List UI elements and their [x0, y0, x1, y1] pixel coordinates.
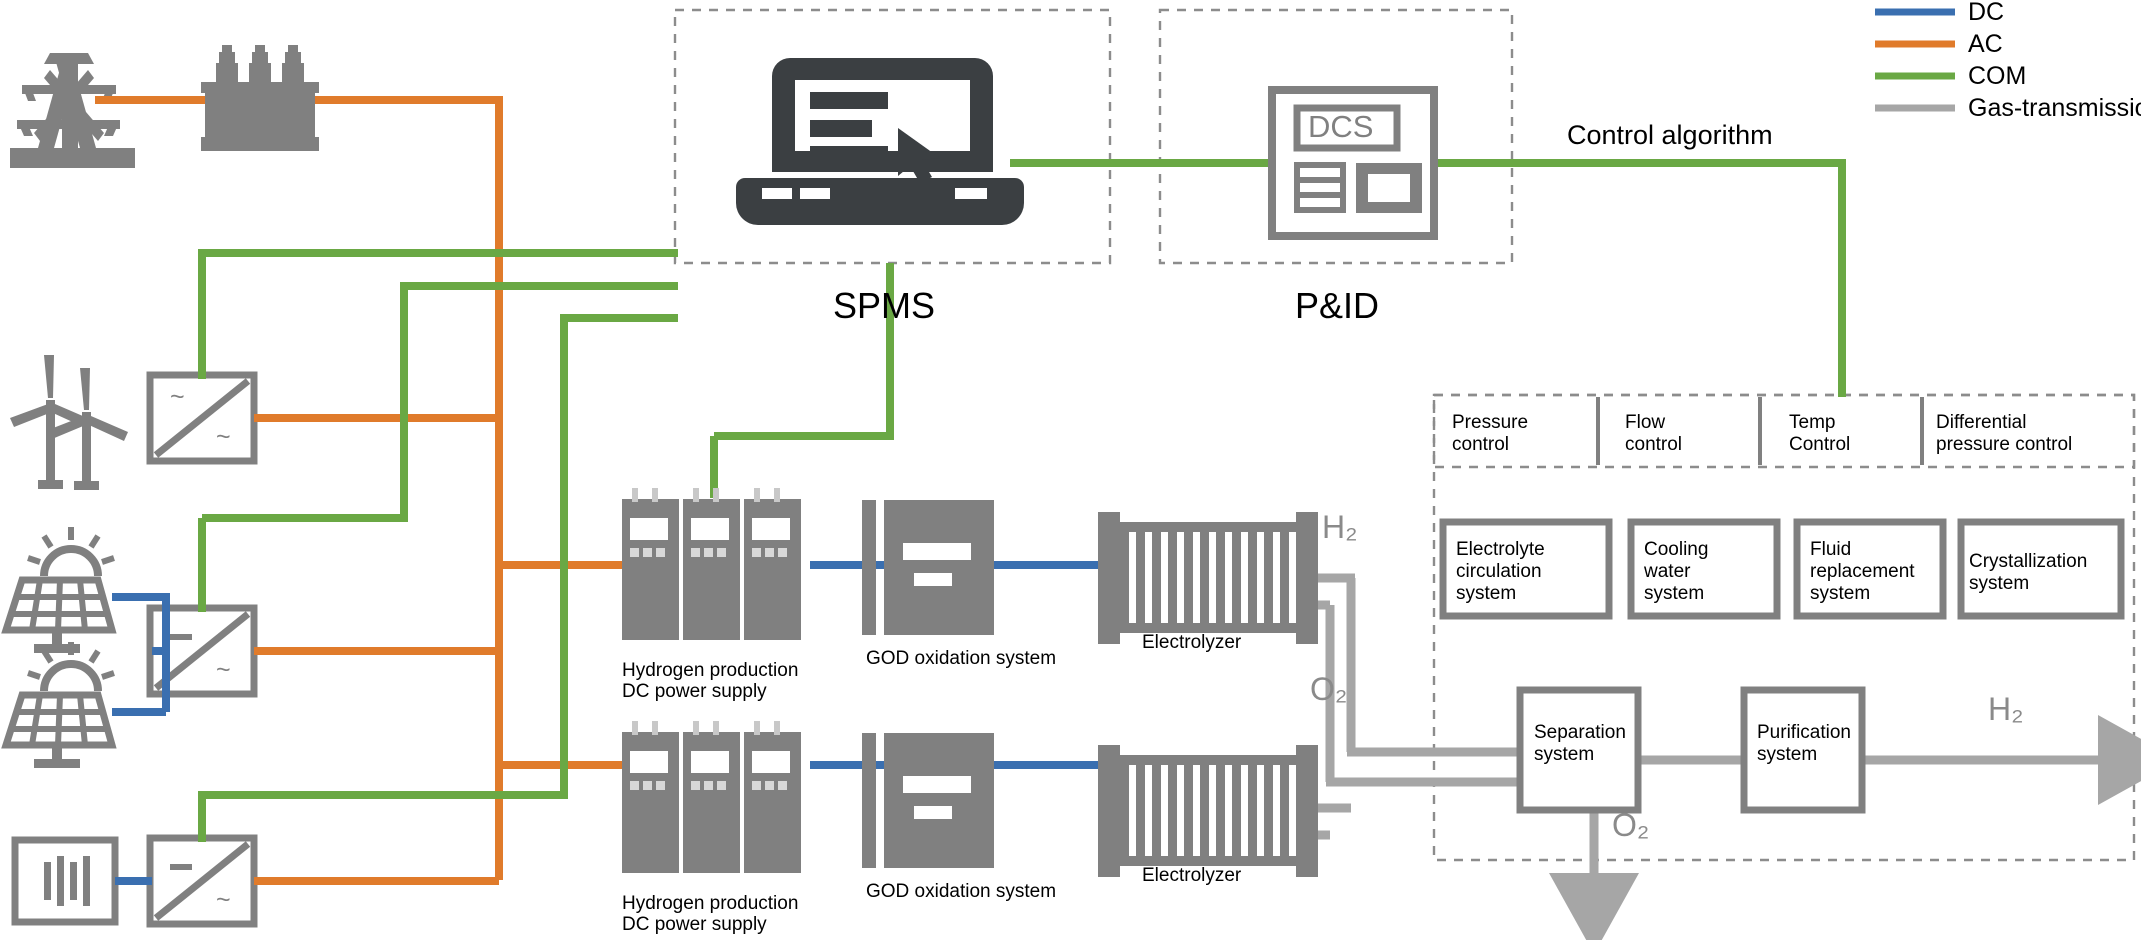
spms-caption: SPMS — [833, 285, 936, 326]
electrolyzer-train2 — [1098, 745, 1318, 877]
h2-dc-power-supply-train2 — [622, 721, 801, 873]
wind-turbine-icon — [10, 355, 128, 490]
svg-text:~: ~ — [216, 886, 231, 914]
control-algorithm-label: Control algorithm — [1567, 120, 1773, 150]
h2-dc-power-supply-train1 — [622, 488, 801, 640]
control-cell-flow: Flow control — [1625, 412, 1683, 456]
legend-label-gas: Gas-transmission — [1968, 94, 2141, 122]
electrolyzer-label-train2: Electrolyzer — [1142, 865, 1242, 886]
control-cell-temp: Temp Control — [1789, 412, 1851, 456]
gas-piping — [1318, 573, 2141, 940]
control-cell-diffpressure: Differential pressure control — [1936, 412, 2073, 456]
electrolyzer-train1 — [1098, 512, 1318, 644]
svg-text:~: ~ — [170, 383, 185, 411]
laptop-icon — [736, 58, 1024, 225]
battery-storage-icon — [11, 836, 119, 926]
aux-label-fluid: Fluid replacement system — [1810, 539, 1915, 605]
electrolyzer-label-train1: Electrolyzer — [1142, 632, 1242, 653]
pid-caption: P&ID — [1295, 285, 1380, 326]
svg-text:~: ~ — [216, 656, 231, 684]
legend-label-dc: DC — [1968, 0, 2005, 26]
o2-label-electrolyzer: O₂ — [1310, 671, 1348, 707]
power-supply-label-train1: Hydrogen production DC power supply — [622, 660, 799, 703]
dcs-label: DCS — [1308, 109, 1374, 144]
control-cell-pressure: Pressure control — [1452, 412, 1529, 456]
battery-inverter: ~ — [146, 834, 258, 928]
aux-label-cooling: Cooling water system — [1644, 539, 1709, 605]
god-label-train2: GOD oxidation system — [866, 881, 1057, 902]
god-oxidation-system-train2 — [862, 733, 994, 868]
god-label-train1: GOD oxidation system — [866, 648, 1057, 669]
h2-outlet-label: H₂ — [1988, 691, 2024, 727]
diagram-vector-layer: ~ ~ ~ ~ — [1, 8, 2141, 940]
separation-system-label: Separation system — [1534, 722, 1626, 766]
aux-label-crystallization: Crystallization system — [1969, 551, 2088, 595]
h2-label-electrolyzer: H₂ — [1322, 509, 1358, 545]
transmission-tower-icon — [10, 53, 135, 168]
legend-label-ac: AC — [1968, 30, 2003, 58]
o2-vent-label: O₂ — [1612, 807, 1650, 843]
legend-label-com: COM — [1968, 62, 2027, 90]
ac-wiring — [95, 96, 622, 885]
diagram-canvas: ~ ~ ~ ~ DC AC COM Gas-transmissi SPMS P&… — [0, 0, 2141, 940]
power-supply-label-train2: Hydrogen production DC power supply — [622, 893, 799, 936]
transformer-icon — [201, 45, 319, 151]
legend-swatches — [1875, 8, 1955, 112]
solar-panel-icon — [1, 527, 117, 768]
wind-converter: ~ ~ — [146, 371, 258, 465]
purification-system-label: Purification system — [1757, 722, 1851, 766]
svg-text:~: ~ — [216, 423, 231, 451]
aux-label-electrolyte: Electrolyte circulation system — [1456, 539, 1545, 605]
